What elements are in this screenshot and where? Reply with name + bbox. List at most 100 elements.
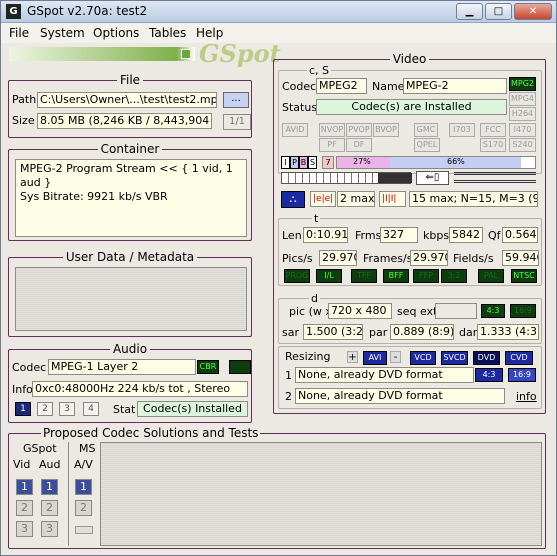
userdata-box — [15, 267, 247, 331]
gspot-aud-2[interactable]: 2 — [41, 500, 58, 516]
menu-tables[interactable]: Tables — [149, 26, 186, 40]
d-title: d — [309, 292, 320, 305]
ms-av-1[interactable]: 1 — [75, 479, 92, 495]
logo-strip — [9, 47, 195, 61]
gspot-vid-3[interactable]: 3 — [16, 521, 33, 537]
app-icon: G — [6, 4, 21, 19]
video-panel-title: Video — [389, 52, 430, 66]
ms-av-slot[interactable] — [75, 526, 93, 534]
maximize-button[interactable]: □ — [485, 3, 512, 20]
gop-lines-1 — [454, 172, 536, 175]
frames-field: 29.970 — [410, 250, 448, 266]
dvd-button[interactable]: DVD — [473, 351, 500, 365]
ar-16-9: 16:9 — [510, 304, 536, 318]
gop-strip-dark — [378, 173, 412, 183]
browse-button[interactable]: ... — [223, 92, 249, 108]
len-label: Len — [282, 229, 302, 242]
bframe-markers: |e|e| — [310, 191, 336, 207]
audio-info-field: 0xc0:48000Hz 224 kb/s tot , Stereo — [32, 381, 248, 397]
audio-codec-field: MPEG-1 Layer 2 — [48, 359, 196, 375]
cvd-button[interactable]: CVD — [505, 351, 533, 365]
distribution-bar: 27% 66% — [336, 156, 536, 169]
size-field: 8.05 MB (8,246 KB / 8,443,904 byte — [37, 113, 212, 129]
vid-label: Vid — [13, 458, 31, 471]
audio-info-label: Info — [12, 383, 33, 396]
audio-stream-4[interactable]: 4 — [83, 402, 99, 416]
audio-stat-label: Stat — [113, 403, 136, 416]
sar-label: sar — [282, 326, 299, 339]
len-field: 0:10.911 — [303, 227, 348, 243]
flag-i703: I703 — [449, 123, 475, 137]
resize-minus-button[interactable]: - — [390, 351, 401, 363]
audio-stream-3[interactable]: 3 — [59, 402, 75, 416]
aud-label: Aud — [39, 458, 61, 471]
video-status-label: Status — [282, 101, 318, 114]
t-title: t — [312, 212, 321, 225]
resize-ar-4-3[interactable]: 4:3 — [475, 368, 503, 382]
gspot-vid-2[interactable]: 2 — [16, 500, 33, 516]
size-label: Size — [12, 114, 35, 127]
iframe-markers: |I|I| — [379, 191, 406, 207]
title-bar: G GSpot v2.70a: test2 ▁ □ ✕ — [1, 1, 556, 23]
proposed-panel: Proposed Codec Solutions and Tests GSpot… — [8, 426, 546, 549]
frame-type-b: B — [299, 156, 308, 169]
sar-field: 1.500 (3:2) — [303, 324, 363, 340]
container-panel-title: Container — [97, 142, 163, 156]
gspot-vid-1[interactable]: 1 — [16, 479, 33, 495]
flag-bvop: BVOP — [373, 123, 399, 137]
dimension-subpanel: d pic (w x 720 x 480 seq ext 4:3 16:9 sa… — [278, 292, 542, 344]
ms-av-2[interactable]: 2 — [75, 500, 92, 516]
flag-avid: AVID — [282, 123, 308, 137]
gop-arrow-icon: ⇐▯ — [416, 171, 449, 185]
audio-stream-1[interactable]: 1 — [15, 402, 31, 416]
tag-il: I/L — [316, 269, 342, 283]
logo-square — [181, 49, 191, 59]
timing-subpanel: t Len 0:10.911 Frms 327 kbps 5842 Qf 0.5… — [278, 212, 542, 286]
container-info: MPEG-2 Program Stream << { 1 vid, 1 aud … — [15, 159, 247, 237]
resize-row1-num: 1 — [285, 369, 292, 382]
pct-1: 27% — [353, 157, 371, 166]
gspot-aud-1[interactable]: 1 — [41, 479, 58, 495]
menu-file[interactable]: File — [9, 26, 29, 40]
resize-ar-16-9[interactable]: 16:9 — [508, 368, 536, 382]
fields-label: Fields/s — [453, 252, 494, 265]
menu-options[interactable]: Options — [93, 26, 139, 40]
video-status-field: Codec(s) are Installed — [316, 99, 507, 115]
gspot-logo: GSpot — [199, 39, 281, 68]
video-name-field: MPEG-2 — [403, 78, 507, 94]
frame-type-i: I — [281, 156, 290, 169]
minimize-button[interactable]: ▁ — [456, 3, 483, 20]
menu-help[interactable]: Help — [196, 26, 223, 40]
frame-type-s: S — [308, 156, 317, 169]
pics-field: 29.970 — [319, 250, 357, 266]
container-panel: Container MPEG-2 Program Stream << { 1 v… — [8, 142, 252, 241]
dar-field: 1.333 (4:3) — [477, 324, 539, 340]
proposed-divider — [68, 442, 69, 546]
flag-fcc: FCC — [480, 123, 506, 137]
tag-pal: PAL — [478, 269, 504, 283]
kbps-label: kbps — [423, 229, 450, 242]
svcd-button[interactable]: SVCD — [441, 351, 468, 365]
frms-field: 327 — [380, 227, 418, 243]
gop-info: 15 max; N=15, M=3 (95%) — [409, 191, 538, 207]
avi-button[interactable]: AVI — [363, 351, 387, 365]
audio-stream-2[interactable]: 2 — [37, 402, 53, 416]
par-field: 0.889 (8:9) — [390, 324, 454, 340]
fields-field: 59.940 — [502, 250, 539, 266]
resize-plus-button[interactable]: + — [347, 351, 358, 363]
pct-2: 66% — [447, 157, 465, 166]
info-link[interactable]: info — [516, 390, 537, 403]
gspot-aud-3[interactable]: 3 — [41, 521, 58, 537]
close-button[interactable]: ✕ — [514, 3, 552, 20]
tag-ffp: FFP — [413, 269, 439, 283]
kbps-field: 5842 — [449, 227, 483, 243]
file-panel: File Path C:\Users\Owner\...\test\test2.… — [8, 73, 252, 138]
video-name-label: Name — [372, 80, 405, 93]
menu-system[interactable]: System — [40, 26, 85, 40]
flag-gmc: GMC — [414, 123, 438, 137]
path-field[interactable]: C:\Users\Owner\...\test\test2.mpg — [37, 92, 217, 108]
scan-icon: ⛬ — [281, 191, 305, 208]
vcd-button[interactable]: VCD — [410, 351, 436, 365]
resizing-subpanel: Resizing + AVI - VCD SVCD DVD CVD 1 None… — [278, 346, 542, 409]
window-title: GSpot v2.70a: test2 — [27, 4, 148, 18]
